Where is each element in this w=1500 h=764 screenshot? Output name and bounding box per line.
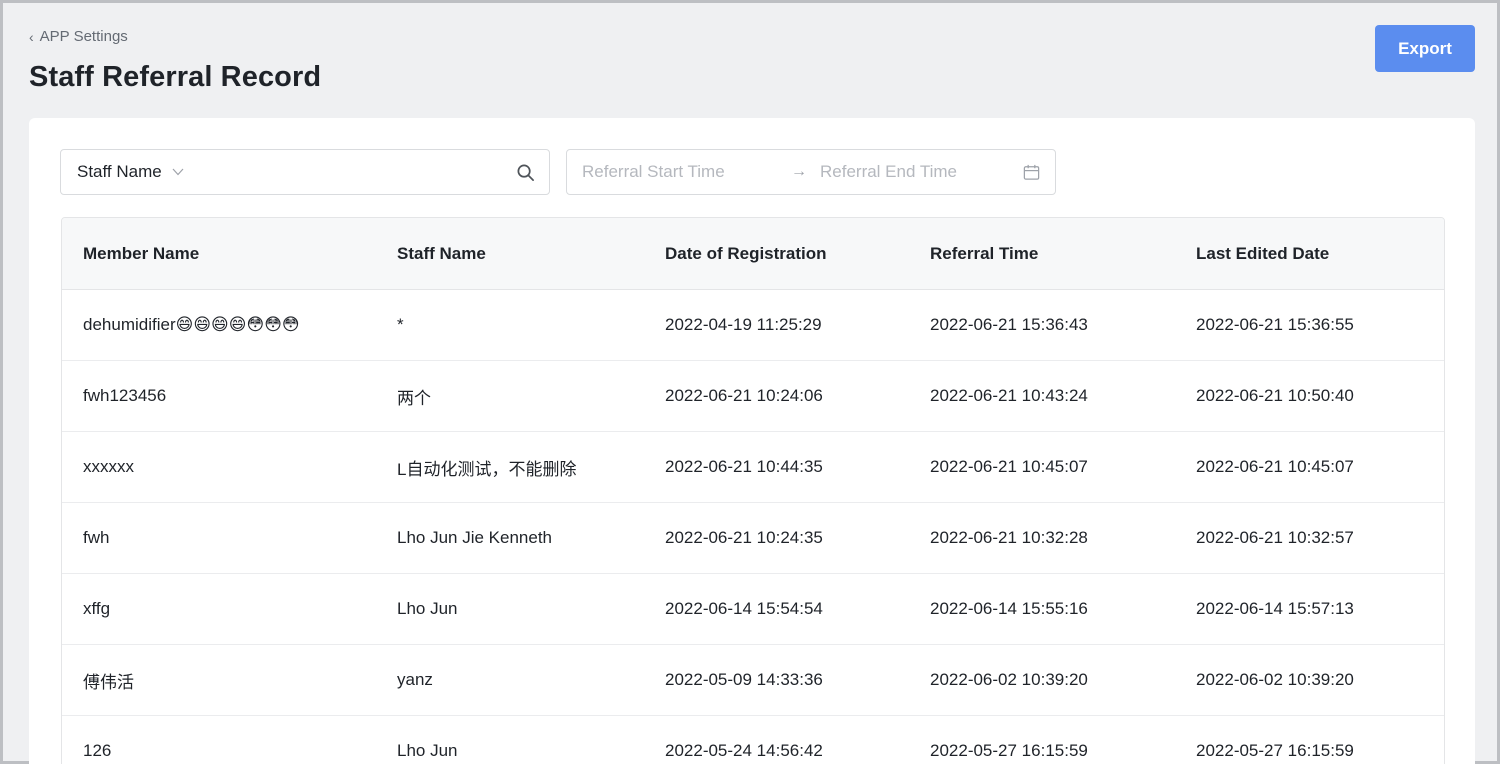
- referral-table: Member Name Staff Name Date of Registrat…: [61, 217, 1445, 764]
- referral-time-cell: 2022-06-21 10:43:24: [930, 386, 1088, 405]
- referral-time-cell: 2022-06-02 10:39:20: [930, 670, 1088, 689]
- staff-name-cell: *: [397, 315, 404, 334]
- staff-name-select[interactable]: Staff Name: [77, 162, 162, 182]
- column-header-last-edited-date: Last Edited Date: [1196, 243, 1330, 263]
- referral-date-range-picker[interactable]: Referral Start Time → Referral End Time: [566, 149, 1056, 195]
- calendar-icon[interactable]: [1022, 163, 1041, 182]
- chevron-down-icon[interactable]: [172, 168, 184, 176]
- registration-date-cell: 2022-06-21 10:24:35: [665, 528, 823, 547]
- column-header-member-name: Member Name: [83, 243, 200, 263]
- last-edited-date-cell: 2022-06-21 10:32:57: [1196, 528, 1354, 547]
- page-title: Staff Referral Record: [29, 61, 322, 93]
- search-icon[interactable]: [516, 163, 535, 182]
- registration-date-cell: 2022-06-21 10:24:06: [665, 386, 823, 405]
- member-name-cell: 傅伟活: [83, 672, 134, 692]
- back-link[interactable]: ‹ APP Settings: [29, 28, 128, 45]
- table-row: xffg Lho Jun 2022-06-14 15:54:54 2022-06…: [62, 574, 1444, 645]
- member-name-cell: xxxxxx: [83, 457, 134, 476]
- table-row: fwh123456 两个 2022-06-21 10:24:06 2022-06…: [62, 361, 1444, 432]
- referral-end-time-input[interactable]: Referral End Time: [820, 162, 957, 182]
- referral-time-cell: 2022-06-21 10:32:28: [930, 528, 1088, 547]
- member-name-cell: fwh: [83, 528, 110, 547]
- last-edited-date-cell: 2022-06-21 10:50:40: [1196, 386, 1354, 405]
- column-header-staff-name: Staff Name: [397, 243, 486, 263]
- registration-date-cell: 2022-04-19 11:25:29: [665, 315, 822, 334]
- registration-date-cell: 2022-05-09 14:33:36: [665, 670, 823, 689]
- column-header-referral-time: Referral Time: [930, 243, 1039, 263]
- arrow-right-icon: →: [791, 163, 807, 180]
- registration-date-cell: 2022-06-21 10:44:35: [665, 457, 823, 476]
- registration-date-cell: 2022-05-24 14:56:42: [665, 741, 823, 760]
- referral-start-time-input[interactable]: Referral Start Time: [582, 162, 725, 182]
- member-name-cell: 126: [83, 741, 112, 760]
- table-row: fwh Lho Jun Jie Kenneth 2022-06-21 10:24…: [62, 503, 1444, 574]
- table-header: Member Name Staff Name Date of Registrat…: [62, 218, 1444, 290]
- member-name-cell: xffg: [83, 599, 111, 618]
- column-header-date-of-registration: Date of Registration: [665, 243, 827, 263]
- last-edited-date-cell: 2022-05-27 16:15:59: [1196, 741, 1354, 760]
- table-row: xxxxxx L自动化测试，不能删除 2022-06-21 10:44:35 2…: [62, 432, 1444, 503]
- referral-time-cell: 2022-05-27 16:15:59: [930, 741, 1088, 760]
- back-link-label: APP Settings: [39, 28, 128, 45]
- staff-name-cell: 两个: [397, 388, 431, 408]
- last-edited-date-cell: 2022-06-02 10:39:20: [1196, 670, 1354, 689]
- chevron-left-icon: ‹: [29, 28, 34, 45]
- referral-time-cell: 2022-06-14 15:55:16: [930, 599, 1088, 618]
- last-edited-date-cell: 2022-06-21 15:36:55: [1196, 315, 1354, 334]
- member-name-cell: fwh123456: [83, 386, 167, 405]
- staff-name-cell: L自动化测试，不能删除: [397, 459, 577, 479]
- registration-date-cell: 2022-06-14 15:54:54: [665, 599, 823, 618]
- table-row: 傅伟活 yanz 2022-05-09 14:33:36 2022-06-02 …: [62, 645, 1444, 716]
- staff-name-cell: Lho Jun: [397, 741, 458, 760]
- member-name-cell: dehumidifier😄😄😄😄😳😳😳: [83, 315, 300, 334]
- table-row: dehumidifier😄😄😄😄😳😳😳 * 2022-04-19 11:25:2…: [62, 290, 1444, 361]
- referral-time-cell: 2022-06-21 10:45:07: [930, 457, 1088, 476]
- staff-name-cell: Lho Jun Jie Kenneth: [397, 528, 553, 547]
- content-card: Staff Name Referral Start Time → Referra…: [29, 118, 1475, 764]
- referral-time-cell: 2022-06-21 15:36:43: [930, 315, 1088, 334]
- staff-name-search-field[interactable]: Staff Name: [60, 149, 550, 195]
- staff-name-cell: Lho Jun: [397, 599, 458, 618]
- last-edited-date-cell: 2022-06-21 10:45:07: [1196, 457, 1354, 476]
- export-button[interactable]: Export: [1375, 25, 1475, 72]
- staff-name-cell: yanz: [397, 670, 433, 689]
- last-edited-date-cell: 2022-06-14 15:57:13: [1196, 599, 1354, 618]
- table-row: 126 Lho Jun 2022-05-24 14:56:42 2022-05-…: [62, 716, 1444, 764]
